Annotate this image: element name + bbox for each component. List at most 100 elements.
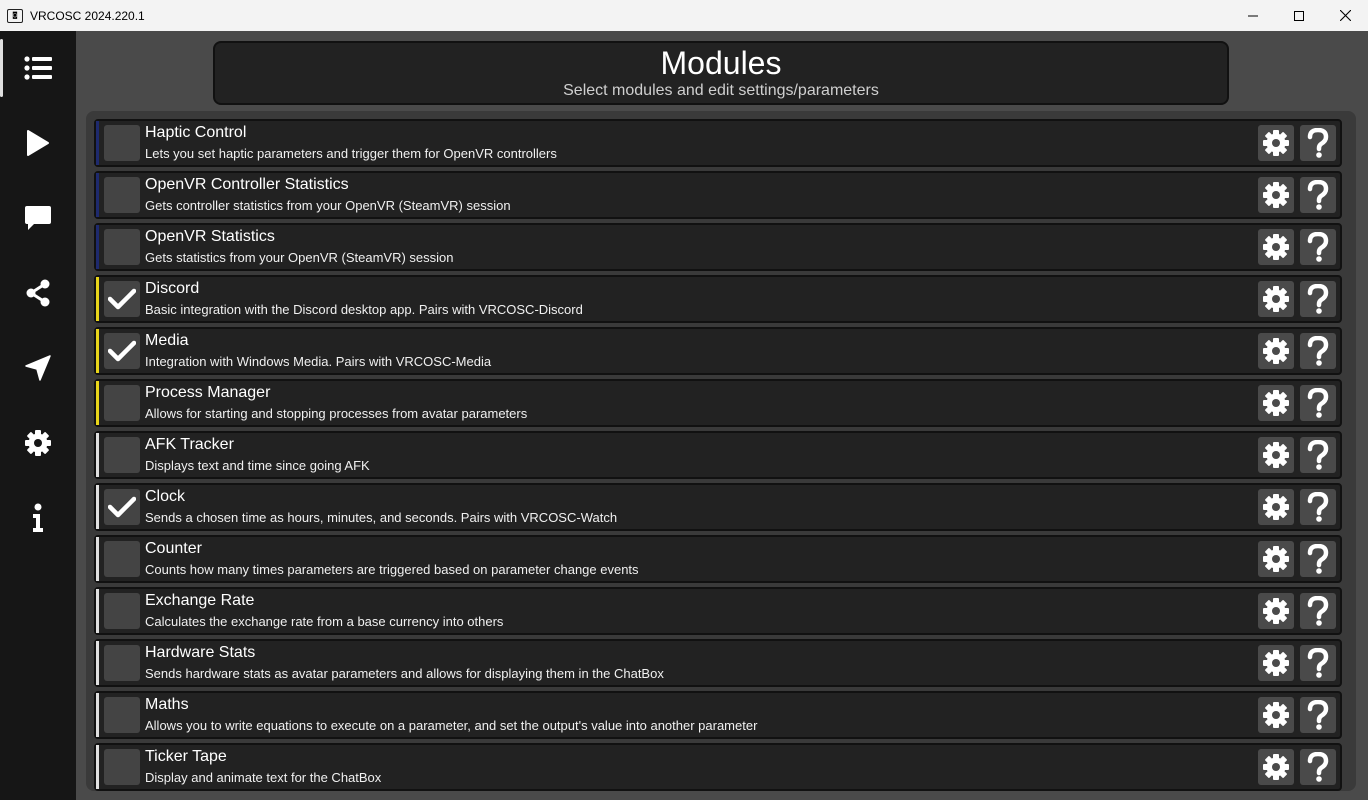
module-type-accent	[96, 433, 99, 477]
module-help-button[interactable]	[1300, 593, 1336, 629]
module-settings-button[interactable]	[1258, 697, 1294, 733]
question-mark-icon	[1307, 128, 1329, 158]
module-description: Allows you to write equations to execute…	[145, 718, 758, 733]
module-help-button[interactable]	[1300, 489, 1336, 525]
module-enable-checkbox[interactable]	[104, 437, 140, 473]
window-controls	[1230, 0, 1368, 31]
module-description: Sends hardware stats as avatar parameter…	[145, 666, 664, 681]
module-help-button[interactable]	[1300, 645, 1336, 681]
question-mark-icon	[1307, 284, 1329, 314]
module-help-button[interactable]	[1300, 385, 1336, 421]
module-enable-checkbox[interactable]	[104, 645, 140, 681]
module-row: OpenVR Controller Statistics Gets contro…	[94, 171, 1342, 219]
module-list: Haptic Control Lets you set haptic param…	[94, 119, 1342, 791]
list-icon	[24, 56, 52, 80]
sidebar-item-settings[interactable]	[0, 410, 76, 476]
module-help-button[interactable]	[1300, 697, 1336, 733]
module-settings-button[interactable]	[1258, 385, 1294, 421]
module-settings-button[interactable]	[1258, 125, 1294, 161]
minimize-icon	[1248, 15, 1258, 16]
module-name: AFK Tracker	[145, 436, 234, 453]
module-description: Lets you set haptic parameters and trigg…	[145, 146, 557, 161]
module-help-button[interactable]	[1300, 749, 1336, 785]
module-enable-checkbox[interactable]	[104, 697, 140, 733]
question-mark-icon	[1307, 180, 1329, 210]
module-help-button[interactable]	[1300, 437, 1336, 473]
module-enable-checkbox[interactable]	[104, 385, 140, 421]
check-icon	[108, 340, 136, 362]
module-name: OpenVR Statistics	[145, 228, 275, 245]
module-type-accent	[96, 329, 99, 373]
gear-icon	[1263, 598, 1289, 624]
module-settings-button[interactable]	[1258, 229, 1294, 265]
sidebar-item-run[interactable]	[0, 110, 76, 176]
module-description: Calculates the exchange rate from a base…	[145, 614, 504, 629]
maximize-icon	[1294, 10, 1304, 21]
module-help-button[interactable]	[1300, 125, 1336, 161]
module-type-accent	[96, 485, 99, 529]
main-content: Modules Select modules and edit settings…	[76, 31, 1368, 800]
module-type-accent	[96, 745, 99, 789]
module-enable-checkbox[interactable]	[104, 229, 140, 265]
minimize-button[interactable]	[1230, 0, 1276, 31]
window-title: VRCOSC 2024.220.1	[30, 8, 145, 23]
module-description: Integration with Windows Media. Pairs wi…	[145, 354, 492, 369]
module-description: Display and animate text for the ChatBox	[145, 770, 382, 785]
module-description: Counts how many times parameters are tri…	[145, 562, 639, 577]
module-enable-checkbox[interactable]	[104, 281, 140, 317]
module-enable-checkbox[interactable]	[104, 125, 140, 161]
module-type-accent	[96, 277, 99, 321]
module-enable-checkbox[interactable]	[104, 177, 140, 213]
chat-bubble-icon	[25, 206, 51, 230]
module-description: Allows for starting and stopping process…	[145, 406, 528, 421]
module-row: Haptic Control Lets you set haptic param…	[94, 119, 1342, 167]
module-row: Exchange Rate Calculates the exchange ra…	[94, 587, 1342, 635]
module-help-button[interactable]	[1300, 541, 1336, 577]
module-settings-button[interactable]	[1258, 333, 1294, 369]
module-settings-button[interactable]	[1258, 437, 1294, 473]
module-settings-button[interactable]	[1258, 749, 1294, 785]
module-help-button[interactable]	[1300, 281, 1336, 317]
vrcosc-logo-icon: ◙	[7, 8, 23, 23]
module-settings-button[interactable]	[1258, 281, 1294, 317]
title-bar: ◙ VRCOSC 2024.220.1	[0, 0, 1368, 31]
close-icon	[1339, 10, 1351, 21]
module-help-button[interactable]	[1300, 333, 1336, 369]
module-name: Discord	[145, 280, 200, 297]
sidebar-item-router[interactable]	[0, 260, 76, 326]
module-row: Ticker Tape Display and animate text for…	[94, 743, 1342, 791]
module-enable-checkbox[interactable]	[104, 749, 140, 785]
share-icon	[26, 279, 50, 307]
module-help-button[interactable]	[1300, 177, 1336, 213]
module-list-panel[interactable]: Haptic Control Lets you set haptic param…	[86, 111, 1356, 791]
module-settings-button[interactable]	[1258, 645, 1294, 681]
play-icon	[27, 130, 49, 156]
check-icon	[108, 496, 136, 518]
module-row: Hardware Stats Sends hardware stats as a…	[94, 639, 1342, 687]
module-enable-checkbox[interactable]	[104, 333, 140, 369]
module-settings-button[interactable]	[1258, 177, 1294, 213]
close-button[interactable]	[1322, 0, 1368, 31]
module-enable-checkbox[interactable]	[104, 593, 140, 629]
module-description: Basic integration with the Discord deskt…	[145, 302, 583, 317]
module-help-button[interactable]	[1300, 229, 1336, 265]
module-settings-button[interactable]	[1258, 489, 1294, 525]
maximize-button[interactable]	[1276, 0, 1322, 31]
sidebar-nav	[0, 31, 76, 800]
sidebar-item-about[interactable]	[0, 485, 76, 551]
sidebar-item-startup[interactable]	[0, 335, 76, 401]
sidebar-item-chatbox[interactable]	[0, 185, 76, 251]
module-enable-checkbox[interactable]	[104, 489, 140, 525]
module-settings-button[interactable]	[1258, 593, 1294, 629]
module-type-accent	[96, 121, 99, 165]
module-enable-checkbox[interactable]	[104, 541, 140, 577]
gear-icon	[1263, 650, 1289, 676]
sidebar-item-modules[interactable]	[0, 35, 76, 101]
module-type-accent	[96, 381, 99, 425]
module-row: Media Integration with Windows Media. Pa…	[94, 327, 1342, 375]
question-mark-icon	[1307, 492, 1329, 522]
module-settings-button[interactable]	[1258, 541, 1294, 577]
module-name: Process Manager	[145, 384, 271, 401]
module-description: Gets statistics from your OpenVR (SteamV…	[145, 250, 454, 265]
location-arrow-icon	[25, 355, 51, 381]
